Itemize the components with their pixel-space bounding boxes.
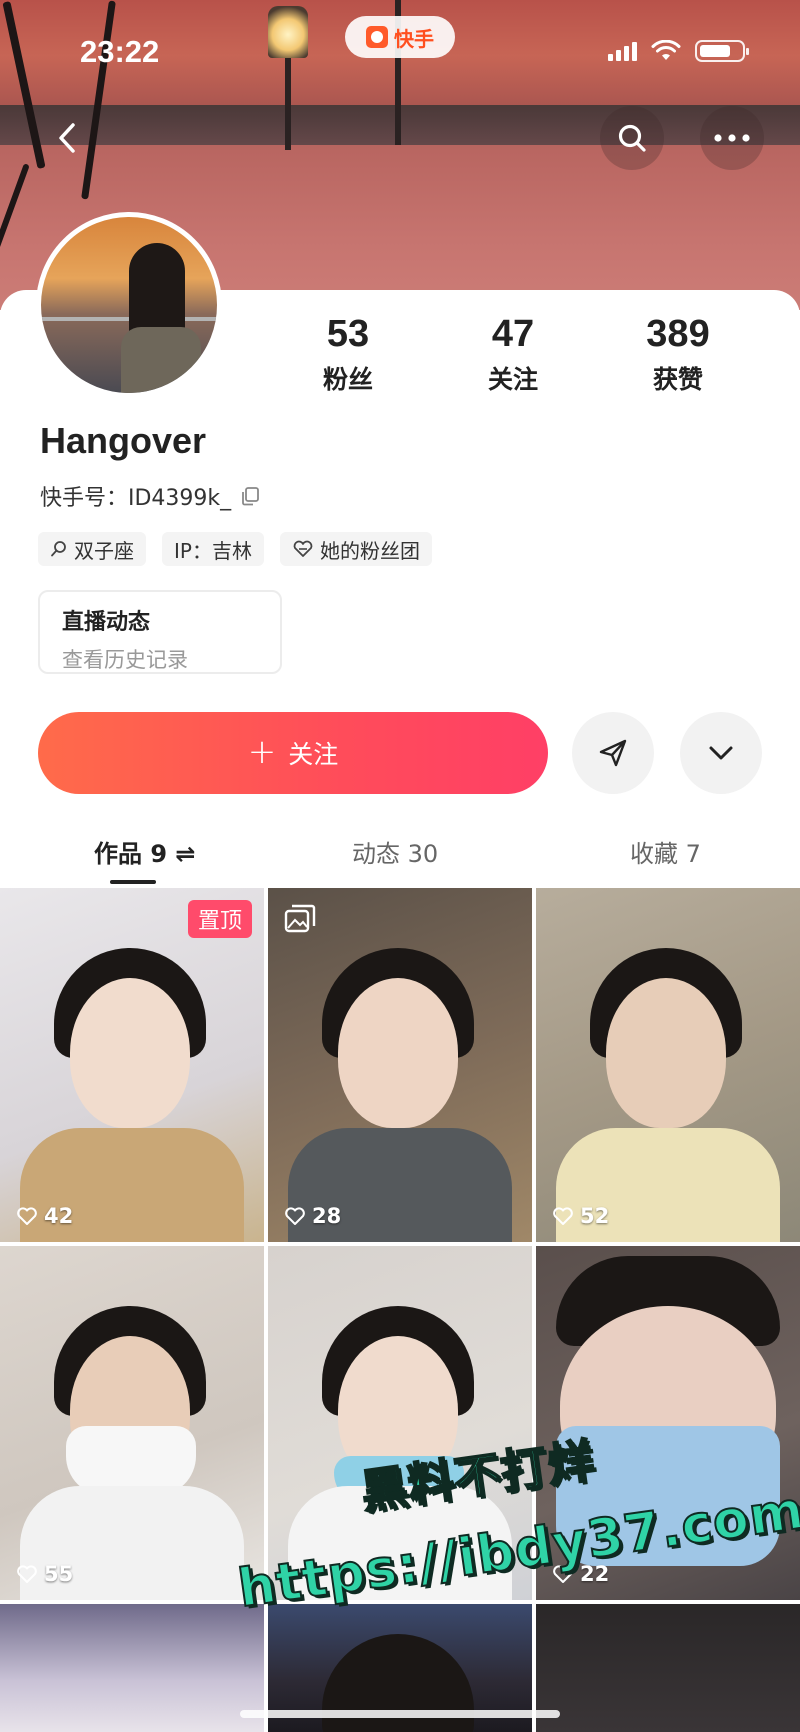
tag-ip: IP：吉林 [162,532,264,566]
follow-label: 关注 [288,740,339,769]
back-button[interactable] [36,106,100,170]
stat-likes[interactable]: 389 获赞 [608,312,748,396]
stat-value: 47 [491,313,535,355]
heart-icon [285,1207,305,1225]
stat-following[interactable]: 47 关注 [443,312,583,396]
tag-label: 她的粉丝团 [319,538,420,563]
plus-icon: + [247,731,277,772]
status-bar: 23:22 快手 [0,0,800,100]
like-count: 42 [16,1204,73,1228]
search-icon [51,541,66,557]
copy-icon[interactable] [239,485,261,507]
profile-tags: 双子座 IP：吉林 她的粉丝团 [38,532,432,566]
chevron-left-icon [59,123,75,153]
expand-button[interactable] [680,712,762,794]
search-button[interactable] [600,106,664,170]
battery-icon [695,40,749,62]
like-count: 52 [552,1204,609,1228]
tab-moments[interactable]: 动态 30 [352,834,438,869]
stat-fans[interactable]: 53 粉丝 [278,312,418,396]
user-id: 快手号：ID4399k_ [40,480,261,512]
stat-label: 粉丝 [322,365,373,394]
tag-fan-club[interactable]: 她的粉丝团 [279,532,432,566]
heart-icon [553,1207,573,1225]
like-count-value: 55 [44,1562,74,1586]
grid-item[interactable]: 55 [0,1246,264,1600]
heart-badge-icon [293,540,313,557]
follow-button[interactable]: + 关注 [38,712,548,794]
stat-value: 53 [326,313,370,355]
more-dots-icon [714,134,750,142]
like-count: 55 [16,1562,73,1586]
photo-album-icon [284,904,316,933]
stat-value: 389 [646,313,710,355]
tag-label: IP：吉林 [174,538,252,563]
home-indicator[interactable] [240,1710,560,1718]
grid-item[interactable] [536,1604,800,1732]
heart-icon [17,1565,37,1583]
grid-item[interactable]: 置顶 42 [0,888,264,1242]
like-count-value: 52 [580,1204,610,1228]
wifi-icon [651,40,681,60]
username: Hangover [40,420,207,461]
app-pill-label: 快手 [394,26,434,51]
app-pill[interactable]: 快手 [345,16,455,58]
grid-item[interactable]: 28 [268,888,532,1242]
status-time: 23:22 [80,34,160,69]
more-button[interactable] [700,106,764,170]
like-count: 28 [284,1204,341,1228]
grid-item[interactable]: 52 [536,888,800,1242]
tag-label: 双子座 [74,538,134,563]
like-count-value: 42 [44,1204,74,1228]
user-id-text: 快手号：ID4399k_ [40,486,232,511]
grid-item[interactable] [0,1604,264,1732]
stat-label: 获赞 [652,365,703,394]
active-tab-indicator [110,880,156,884]
send-message-button[interactable] [572,712,654,794]
stat-label: 关注 [487,365,538,394]
search-icon [618,124,646,152]
cellular-signal-icon [608,41,637,61]
profile-stats: 53 粉丝 47 关注 389 获赞 [0,312,800,402]
live-history-subtitle: 查看历史记录 [62,648,188,672]
pinned-badge: 置顶 [187,900,252,938]
live-history-title: 直播动态 [62,610,151,635]
status-icons [608,40,749,62]
kuaishou-logo-icon [366,26,388,48]
tab-favorites[interactable]: 收藏 7 [630,834,701,869]
live-history-card[interactable]: 直播动态 查看历史记录 [38,590,282,674]
chevron-down-icon [709,746,733,760]
send-icon [599,739,627,767]
tab-works[interactable]: 作品 9 ⇌ [94,834,196,869]
like-count-value: 28 [312,1204,342,1228]
content-tabs: 作品 9 ⇌ 动态 30 收藏 7 [0,820,800,884]
tag-zodiac[interactable]: 双子座 [38,532,146,566]
heart-icon [17,1207,37,1225]
